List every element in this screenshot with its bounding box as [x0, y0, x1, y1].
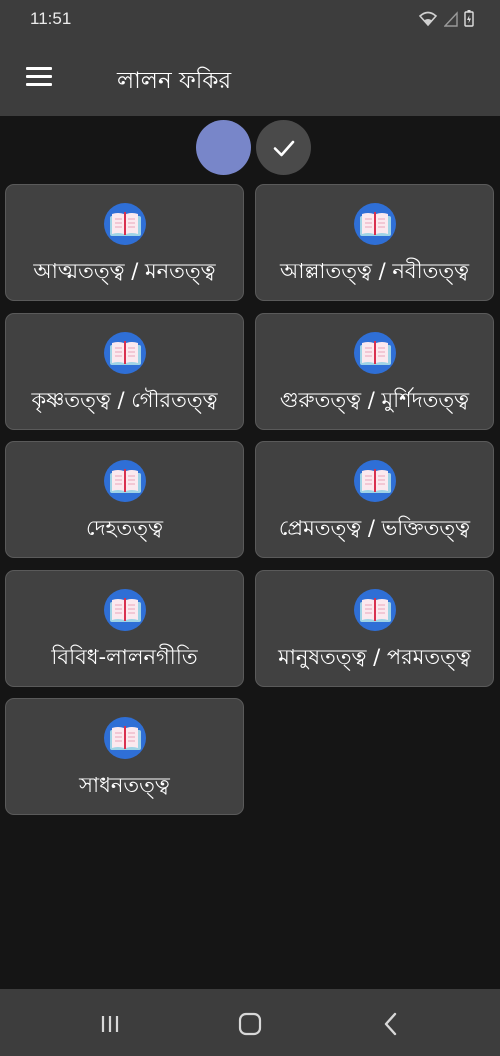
book-icon: [353, 460, 396, 502]
category-card-dehatattva[interactable]: দেহতত্ত্ব: [5, 441, 244, 558]
book-icon: [103, 332, 146, 374]
color-picker-button[interactable]: [196, 120, 251, 175]
status-bar: 11:51: [0, 0, 500, 40]
book-icon: [353, 589, 396, 631]
category-label: আল্লাতত্ত্ব / নবীতত্ত্ব: [279, 259, 470, 283]
signal-icon: [444, 10, 458, 27]
app-bar: লালন ফকির: [0, 40, 500, 116]
category-card-gurutattva[interactable]: গুরুতত্ত্ব / মুর্শিদতত্ত্ব: [255, 313, 494, 430]
menu-icon[interactable]: [26, 67, 52, 87]
category-label: প্রেমতত্ত্ব / ভক্তিতত্ত্ব: [278, 516, 471, 540]
category-card-sadhantattva[interactable]: সাধনতত্ত্ব: [5, 698, 244, 815]
category-card-manushtattva[interactable]: মানুষতত্ত্ব / পরমতত্ত্ব: [255, 570, 494, 687]
category-label: গুরুতত্ত্ব / মুর্শিদতত্ত্ব: [279, 388, 470, 412]
category-card-allahtattva[interactable]: আল্লাতত্ত্ব / নবীতত্ত্ব: [255, 184, 494, 301]
system-nav-bar: [0, 989, 500, 1056]
category-card-krishnatattva[interactable]: কৃষ্ণতত্ত্ব / গৌরতত্ত্ব: [5, 313, 244, 430]
book-icon: [103, 717, 146, 759]
book-icon: [353, 203, 396, 245]
battery-icon: [464, 10, 474, 27]
check-icon: [273, 140, 294, 156]
status-time: 11:51: [30, 9, 72, 28]
recents-icon[interactable]: [95, 1009, 125, 1039]
category-label: সাধনতত্ত্ব: [79, 773, 170, 797]
book-icon: [103, 589, 146, 631]
book-icon: [353, 332, 396, 374]
category-label: কৃষ্ণতত্ত্ব / গৌরতত্ত্ব: [31, 388, 218, 412]
app-title: লালন ফকির: [117, 68, 232, 94]
category-card-prematattva[interactable]: প্রেমতত্ত্ব / ভক্তিতত্ত্ব: [255, 441, 494, 558]
category-label: আত্মতত্ত্ব / মনতত্ত্ব: [33, 259, 216, 283]
category-label: মানুষতত্ত্ব / পরমতত্ত্ব: [278, 645, 471, 669]
home-icon[interactable]: [235, 1009, 265, 1039]
wifi-icon: [418, 11, 438, 26]
back-icon[interactable]: [376, 1009, 406, 1039]
book-icon: [103, 460, 146, 502]
book-icon: [103, 203, 146, 245]
category-card-bibidh-lalongiti[interactable]: বিবিধ-লালনগীতি: [5, 570, 244, 687]
category-label: দেহতত্ত্ব: [85, 516, 164, 540]
category-card-atmatattva[interactable]: আত্মতত্ত্ব / মনতত্ত্ব: [5, 184, 244, 301]
confirm-button[interactable]: [256, 120, 311, 175]
theme-selector: [0, 120, 500, 178]
status-icons: [418, 10, 474, 27]
category-label: বিবিধ-লালনগীতি: [51, 645, 198, 669]
